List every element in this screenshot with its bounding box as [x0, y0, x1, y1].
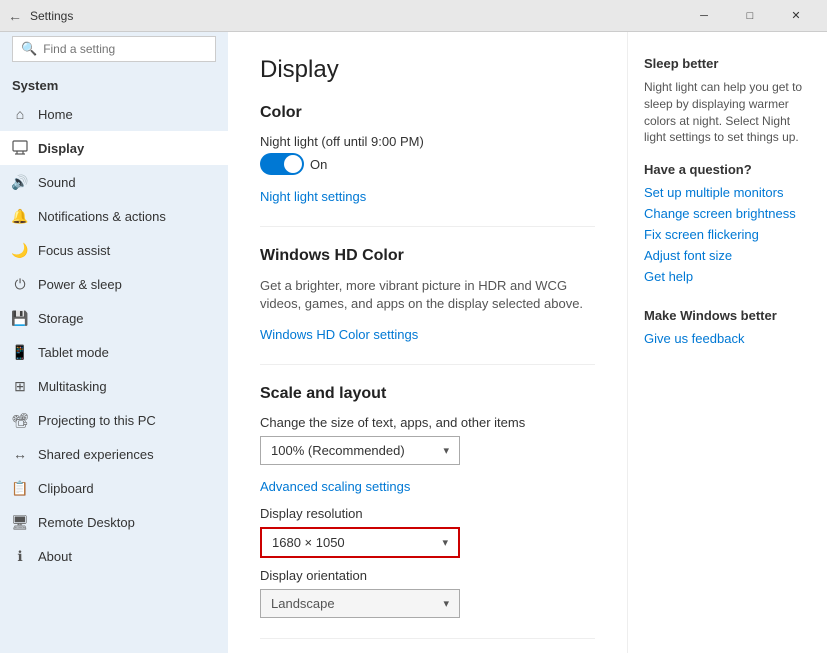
sleep-section-title: Sleep better — [644, 56, 811, 71]
scale-dropdown[interactable]: 100% (Recommended) ▾ — [260, 436, 460, 465]
sidebar-item-multitasking-label: Multitasking — [38, 379, 107, 394]
storage-icon: 💾 — [12, 310, 28, 326]
main-content: Display Color Night light (off until 9:0… — [228, 32, 627, 653]
multitasking-icon: ⊞ — [12, 378, 28, 394]
sidebar-item-tablet[interactable]: 📱 Tablet mode — [0, 335, 228, 369]
minimize-button[interactable]: ─ — [681, 0, 727, 32]
feedback-section-title: Make Windows better — [644, 308, 811, 323]
power-icon: ⏻ — [12, 276, 28, 292]
scale-dropdown-arrow: ▾ — [443, 444, 449, 457]
night-light-toggle[interactable] — [260, 153, 304, 175]
link-screen-brightness[interactable]: Change screen brightness — [644, 206, 811, 221]
hd-color-section-title: Windows HD Color — [260, 247, 595, 265]
resolution-dropdown-arrow: ▾ — [442, 536, 448, 549]
app-container: 🔍 System ⌂ Home Display 🔊 S — [0, 32, 827, 653]
back-button[interactable]: ← — [8, 8, 22, 24]
sidebar-item-focus[interactable]: 🌙 Focus assist — [0, 233, 228, 267]
divider-3 — [260, 638, 595, 639]
sidebar-item-home-label: Home — [38, 107, 73, 122]
sidebar-item-power[interactable]: ⏻ Power & sleep — [0, 267, 228, 301]
search-icon: 🔍 — [21, 41, 37, 57]
feedback-link[interactable]: Give us feedback — [644, 331, 811, 346]
link-adjust-font[interactable]: Adjust font size — [644, 248, 811, 263]
projecting-icon: 📽 — [12, 412, 28, 428]
sidebar-item-display-label: Display — [38, 141, 84, 156]
titlebar-controls: ─ □ ✕ — [681, 0, 819, 32]
sidebar-item-storage-label: Storage — [38, 311, 84, 326]
link-fix-flickering[interactable]: Fix screen flickering — [644, 227, 811, 242]
scale-section-title: Scale and layout — [260, 385, 595, 403]
color-section-title: Color — [260, 104, 595, 122]
toggle-knob — [284, 155, 302, 173]
sidebar-item-tablet-label: Tablet mode — [38, 345, 109, 360]
tablet-icon: 📱 — [12, 344, 28, 360]
shared-icon: ↔ — [12, 446, 28, 462]
sidebar-item-shared[interactable]: ↔ Shared experiences — [0, 437, 228, 471]
sound-icon: 🔊 — [12, 174, 28, 190]
divider-2 — [260, 364, 595, 365]
sidebar-item-focus-label: Focus assist — [38, 243, 110, 258]
sidebar-item-sound[interactable]: 🔊 Sound — [0, 165, 228, 199]
titlebar: ← Settings ─ □ ✕ — [0, 0, 827, 32]
night-light-row: Night light (off until 9:00 PM) — [260, 134, 595, 149]
page-title: Display — [260, 56, 595, 84]
clipboard-icon: 📋 — [12, 480, 28, 496]
night-light-settings-link[interactable]: Night light settings — [260, 189, 366, 204]
sidebar-item-clipboard-label: Clipboard — [38, 481, 94, 496]
resolution-dropdown[interactable]: 1680 × 1050 ▾ — [260, 527, 460, 558]
sidebar-item-about[interactable]: ℹ About — [0, 539, 228, 573]
night-light-label: Night light (off until 9:00 PM) — [260, 134, 424, 149]
sidebar-item-clipboard[interactable]: 📋 Clipboard — [0, 471, 228, 505]
right-panel: Sleep better Night light can help you ge… — [627, 32, 827, 653]
sidebar: 🔍 System ⌂ Home Display 🔊 S — [0, 32, 228, 653]
link-multiple-monitors[interactable]: Set up multiple monitors — [644, 185, 811, 200]
advanced-scaling-link[interactable]: Advanced scaling settings — [260, 479, 410, 494]
sidebar-item-about-label: About — [38, 549, 72, 564]
night-light-toggle-container: On — [260, 153, 595, 175]
toggle-on-label: On — [310, 157, 327, 172]
scale-label: Change the size of text, apps, and other… — [260, 415, 595, 430]
resolution-value: 1680 × 1050 — [272, 535, 345, 550]
sidebar-search-box[interactable]: 🔍 — [12, 36, 216, 62]
sidebar-item-home[interactable]: ⌂ Home — [0, 97, 228, 131]
sidebar-item-projecting[interactable]: 📽 Projecting to this PC — [0, 403, 228, 437]
question-section-title: Have a question? — [644, 162, 811, 177]
hd-color-settings-link[interactable]: Windows HD Color settings — [260, 327, 418, 342]
sidebar-item-remote[interactable]: 🖥 Remote Desktop — [0, 505, 228, 539]
orientation-dropdown[interactable]: Landscape ▾ — [260, 589, 460, 618]
maximize-button[interactable]: □ — [727, 0, 773, 32]
resolution-label: Display resolution — [260, 506, 595, 521]
sidebar-item-power-label: Power & sleep — [38, 277, 122, 292]
titlebar-title: Settings — [30, 9, 73, 23]
sidebar-item-display[interactable]: Display — [0, 131, 228, 165]
content-wrapper: Display Color Night light (off until 9:0… — [228, 32, 827, 653]
sidebar-item-storage[interactable]: 💾 Storage — [0, 301, 228, 335]
focus-icon: 🌙 — [12, 242, 28, 258]
sidebar-item-multitasking[interactable]: ⊞ Multitasking — [0, 369, 228, 403]
sidebar-item-sound-label: Sound — [38, 175, 76, 190]
sleep-section-desc: Night light can help you get to sleep by… — [644, 79, 811, 146]
hd-color-description: Get a brighter, more vibrant picture in … — [260, 277, 595, 313]
link-get-help[interactable]: Get help — [644, 269, 811, 284]
orientation-dropdown-arrow: ▾ — [443, 597, 449, 610]
sidebar-item-notifications-label: Notifications & actions — [38, 209, 166, 224]
orientation-value: Landscape — [271, 596, 335, 611]
sidebar-item-shared-label: Shared experiences — [38, 447, 154, 462]
sidebar-item-remote-label: Remote Desktop — [38, 515, 135, 530]
home-icon: ⌂ — [12, 106, 28, 122]
remote-icon: 🖥 — [12, 514, 28, 530]
orientation-label: Display orientation — [260, 568, 595, 583]
search-input[interactable] — [43, 42, 207, 56]
display-icon — [12, 140, 28, 156]
divider-1 — [260, 226, 595, 227]
sidebar-item-notifications[interactable]: 🔔 Notifications & actions — [0, 199, 228, 233]
about-icon: ℹ — [12, 548, 28, 564]
sidebar-section-label: System — [0, 70, 228, 97]
sidebar-item-projecting-label: Projecting to this PC — [38, 413, 156, 428]
notifications-icon: 🔔 — [12, 208, 28, 224]
titlebar-left: ← Settings — [8, 8, 73, 24]
close-button[interactable]: ✕ — [773, 0, 819, 32]
scale-value: 100% (Recommended) — [271, 443, 405, 458]
